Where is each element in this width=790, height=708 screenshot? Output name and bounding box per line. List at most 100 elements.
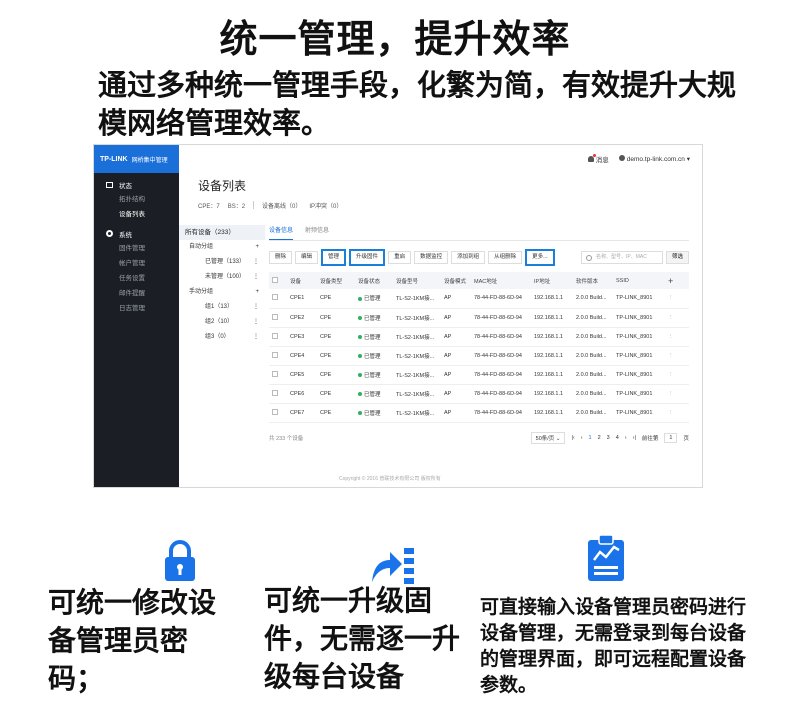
nav-item-accounts[interactable]: 帐户管理	[94, 256, 179, 271]
more-button[interactable]: 更多...	[525, 249, 555, 266]
row-checkbox[interactable]	[269, 289, 287, 309]
nav-item-tasks[interactable]: 任务设置	[94, 271, 179, 286]
search-input[interactable]: 名称、型号、IP、MAC	[580, 251, 663, 264]
first-page-icon[interactable]: |‹	[571, 435, 574, 441]
nav-group-status[interactable]: 状态	[94, 177, 179, 192]
reboot-button[interactable]: 重启	[388, 251, 412, 264]
add-group-icon[interactable]: +	[255, 240, 259, 255]
nav-group-system[interactable]: 系统	[94, 226, 179, 241]
goto-page-input[interactable]: 1	[664, 432, 678, 443]
col-status[interactable]: 设备状态	[355, 272, 393, 289]
col-type[interactable]: 设备类型	[317, 272, 355, 289]
nav-item-firmware[interactable]: 固件管理	[94, 241, 179, 256]
pagination: 50条/页 ⌄ |‹ ‹ 1 2 3 4 › ›| 前往第 1 页	[530, 431, 689, 444]
cell: AP	[441, 365, 471, 385]
table-row[interactable]: CPE2 CPE 已管理 TL-S2-1KM接... AP 78-44-FD-88-6D-…	[269, 308, 689, 328]
filter-button[interactable]: 筛选	[665, 251, 689, 264]
cell-text: 已管理	[364, 353, 381, 360]
row-more-icon[interactable]: ⋮	[665, 289, 689, 309]
stat-cpe: CPE：7	[198, 204, 220, 210]
row-checkbox[interactable]	[269, 365, 287, 385]
add-to-group-button[interactable]: 添加到组	[451, 251, 486, 264]
group-unmanaged[interactable]: 未管理（100） ⋮	[179, 270, 265, 285]
group-all[interactable]: 所有设备（233）	[179, 225, 265, 240]
col-mode[interactable]: 设备模式	[441, 272, 471, 289]
group-manual[interactable]: 手动分组 +	[179, 285, 265, 300]
status-dot-icon	[358, 296, 362, 301]
per-page-select[interactable]: 50条/页 ⌄	[530, 431, 566, 444]
row-checkbox[interactable]	[269, 346, 287, 366]
nav-item-device-list[interactable]: 设备列表	[94, 207, 179, 222]
row-more-icon[interactable]: ⋮	[665, 365, 689, 385]
nav-item-mail[interactable]: 邮件提醒	[94, 286, 179, 301]
cell: AP	[441, 308, 471, 328]
more-icon[interactable]: ⋮	[253, 300, 259, 315]
add-group-icon[interactable]: +	[255, 285, 259, 300]
upgrade-icon	[372, 548, 414, 584]
page-2[interactable]: 2	[598, 435, 601, 441]
col-mac[interactable]: MAC地址	[471, 272, 531, 289]
row-checkbox[interactable]	[269, 403, 287, 423]
data-monitor-button[interactable]: 数据监控	[414, 251, 449, 264]
edit-button[interactable]: 编辑	[295, 251, 319, 264]
add-column-icon[interactable]: +	[665, 272, 689, 289]
row-checkbox[interactable]	[269, 327, 287, 347]
col-firmware[interactable]: 软件版本	[573, 272, 613, 289]
cell-text: 已管理	[364, 410, 381, 417]
more-icon[interactable]: ⋮	[253, 270, 259, 285]
stat-offline[interactable]: 设备离线（0）	[262, 201, 301, 210]
table-row[interactable]: CPE3 CPE 已管理 TL-S2-1KM接... AP 78-44-FD-88-6D-…	[269, 327, 689, 347]
table-row[interactable]: CPE6 CPE 已管理 TL-S2-1KM接... AP 78-44-FD-88-6D-…	[269, 384, 689, 404]
col-device[interactable]: 设备	[287, 272, 317, 289]
cell: TP-LINK_8901	[613, 384, 665, 404]
table-row[interactable]: CPE1 CPE 已管理 TL-S2-1KM接... AP 78-44-FD-88-6D-…	[269, 289, 689, 309]
col-model[interactable]: 设备型号	[393, 272, 441, 289]
row-checkbox[interactable]	[269, 308, 287, 328]
last-page-icon[interactable]: ›|	[633, 435, 636, 441]
col-ssid[interactable]: SSID	[613, 272, 665, 289]
table-row[interactable]: CPE5 CPE 已管理 TL-S2-1KM接... AP 78-44-FD-88-6D-…	[269, 365, 689, 385]
cell: TL-S2-1KM接...	[393, 365, 441, 385]
table-row[interactable]: CPE4 CPE 已管理 TL-S2-1KM接... AP 78-44-FD-88-6D-…	[269, 346, 689, 366]
prev-page-icon[interactable]: ‹	[581, 435, 583, 441]
tab-device-info[interactable]: 设备信息	[269, 225, 294, 240]
row-more-icon[interactable]: ⋮	[665, 403, 689, 423]
row-more-icon[interactable]: ⋮	[665, 327, 689, 347]
row-checkbox[interactable]	[269, 384, 287, 404]
group-1[interactable]: 组1（13） ⋮	[179, 300, 265, 315]
nav-item-logs[interactable]: 日志管理	[94, 301, 179, 316]
per-page-value: 50条/页	[535, 435, 555, 442]
device-stats: CPE：7 BS：2 设备离线（0） IP冲突（0）	[198, 201, 342, 210]
cell: TP-LINK_8901	[613, 289, 665, 309]
more-icon[interactable]: ⋮	[253, 315, 259, 330]
col-ip[interactable]: IP地址	[531, 272, 573, 289]
user-menu[interactable]: demo.tp-link.com.cn ▾	[618, 155, 690, 163]
messages-label: 消息	[595, 157, 609, 164]
row-more-icon[interactable]: ⋮	[665, 384, 689, 404]
group-2[interactable]: 组2（10） ⋮	[179, 315, 265, 330]
row-more-icon[interactable]: ⋮	[665, 346, 689, 366]
page-3[interactable]: 3	[607, 435, 610, 441]
tab-rf-info[interactable]: 射频信息	[305, 225, 329, 240]
stat-ip-conflict[interactable]: IP冲突（0）	[309, 201, 342, 210]
page-4[interactable]: 4	[616, 435, 619, 441]
delete-button[interactable]: 删除	[269, 251, 293, 264]
gear-icon	[106, 230, 113, 237]
row-more-icon[interactable]: ⋮	[665, 308, 689, 328]
select-all-checkbox[interactable]	[269, 272, 287, 289]
messages-link[interactable]: 消息	[587, 154, 609, 164]
cell-text: 已管理	[364, 296, 381, 303]
nav-item-topology[interactable]: 拓扑结构	[94, 192, 179, 207]
table-row[interactable]: CPE7 CPE 已管理 TL-S2-1KM接... AP 78-44-FD-88-6D-…	[269, 403, 689, 423]
cell: 2.0.0 Build...	[573, 403, 613, 423]
manage-button[interactable]: 管理	[321, 249, 347, 266]
remove-from-group-button[interactable]: 从组删除	[488, 251, 523, 264]
upgrade-firmware-button[interactable]: 升级固件	[349, 249, 386, 266]
more-icon[interactable]: ⋮	[253, 255, 259, 270]
group-managed[interactable]: 已管理（133） ⋮	[179, 255, 265, 270]
next-page-icon[interactable]: ›	[625, 435, 627, 441]
group-3[interactable]: 组3（0） ⋮	[179, 330, 265, 345]
group-auto[interactable]: 自动分组 +	[179, 240, 265, 255]
more-icon[interactable]: ⋮	[253, 330, 259, 345]
page-1[interactable]: 1	[589, 435, 592, 441]
